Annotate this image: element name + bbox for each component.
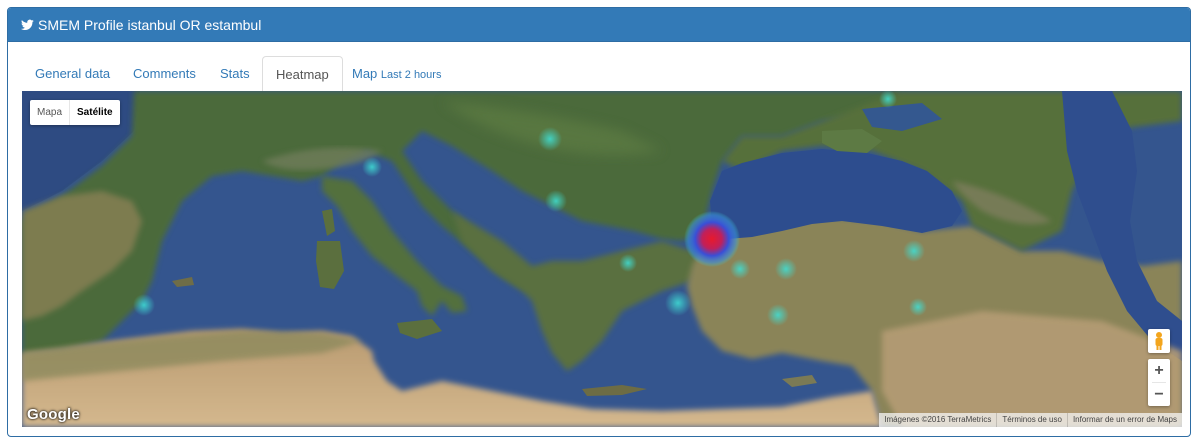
tab-label: Heatmap: [276, 67, 329, 82]
heat-spot: [775, 258, 797, 280]
heat-spot: [903, 240, 925, 262]
heat-spot: [909, 298, 927, 316]
heat-spot: [538, 127, 562, 151]
map-attribution: Imágenes ©2016 TerraMetrics Términos de …: [879, 413, 1182, 427]
imagery-credit: Imágenes ©2016 TerraMetrics: [884, 415, 992, 424]
panel-title: SMEM Profile istanbul OR estambul: [38, 17, 262, 33]
tab-map-suffix: Last 2 hours: [380, 69, 442, 81]
heat-spot: [730, 259, 750, 279]
zoom-control: + −: [1148, 359, 1170, 406]
map-type-mapa-button[interactable]: Mapa: [30, 100, 69, 125]
street-view-pegman-icon: [1155, 332, 1163, 350]
street-view-pegman-button[interactable]: [1148, 329, 1170, 353]
map-type-control: Mapa Satélite: [30, 100, 120, 125]
satellite-map-image: [22, 91, 1182, 427]
map-type-satellite-button[interactable]: Satélite: [69, 100, 120, 125]
tab-label: Comments: [133, 66, 196, 81]
heat-spot: [665, 290, 691, 316]
tab-bar: General data Comments Stats Heatmap Map …: [22, 56, 1182, 92]
tab-general-data[interactable]: General data: [22, 56, 123, 91]
tab-map[interactable]: Map Last 2 hours: [339, 56, 454, 91]
report-map-error-link[interactable]: Informar de un error de Maps: [1066, 413, 1182, 427]
heat-spot-istanbul: [684, 211, 740, 267]
google-logo[interactable]: Google: [27, 406, 80, 423]
tab-comments[interactable]: Comments: [120, 56, 209, 91]
tab-label: Stats: [220, 66, 250, 81]
profile-panel: SMEM Profile istanbul OR estambul Genera…: [7, 7, 1191, 437]
panel-heading: SMEM Profile istanbul OR estambul: [8, 8, 1190, 42]
zoom-out-button[interactable]: −: [1148, 383, 1170, 406]
heat-spot: [362, 157, 382, 177]
heat-spot: [619, 254, 637, 272]
tab-stats[interactable]: Stats: [207, 56, 263, 91]
tab-label: General data: [35, 66, 111, 81]
heat-spot: [133, 294, 155, 316]
heat-spot: [545, 190, 567, 212]
zoom-in-button[interactable]: +: [1148, 359, 1170, 382]
heatmap-map[interactable]: Mapa Satélite + − Google Imágenes ©2016 …: [22, 91, 1182, 427]
terms-of-use-link[interactable]: Términos de uso: [996, 413, 1067, 427]
heat-spot: [767, 304, 789, 326]
tab-heatmap[interactable]: Heatmap: [262, 56, 343, 92]
tab-label: Map: [352, 66, 378, 81]
twitter-bird-icon: [21, 19, 34, 31]
